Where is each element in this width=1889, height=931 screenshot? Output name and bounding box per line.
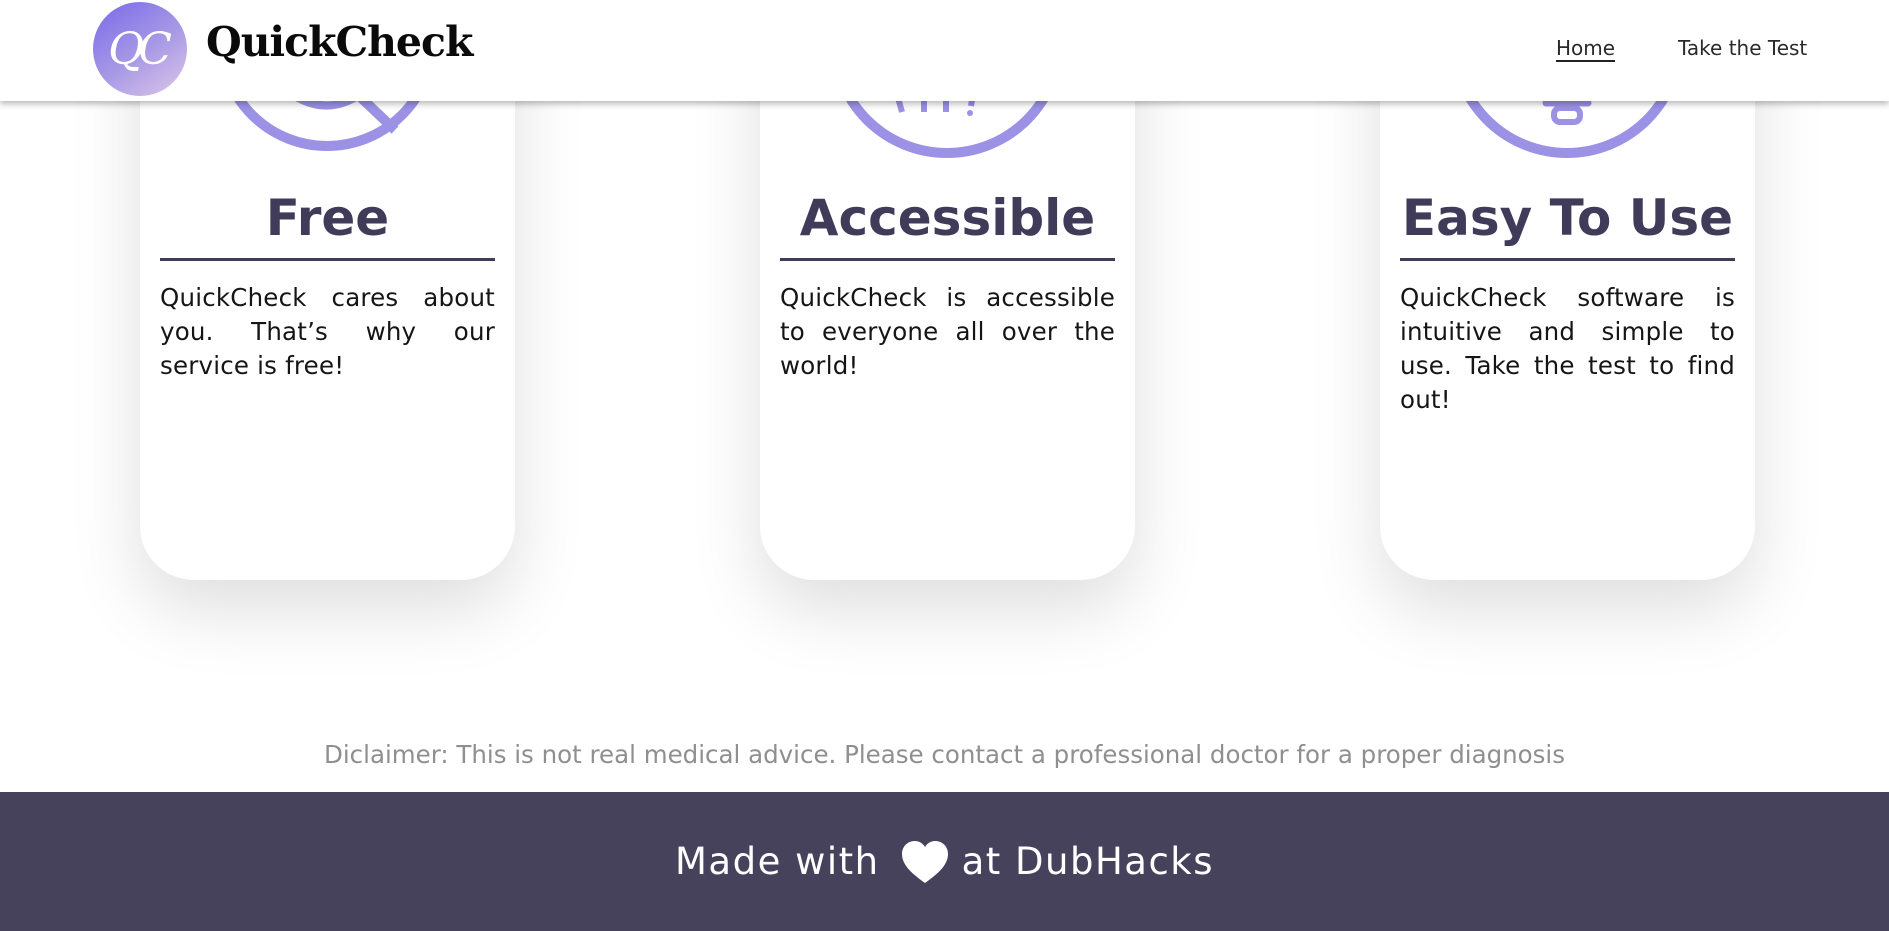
nav-home-link[interactable]: Home xyxy=(1556,36,1616,62)
nav-take-test-link[interactable]: Take the Test xyxy=(1678,36,1807,60)
feature-description: QuickCheck is accessible to everyone all… xyxy=(780,283,1115,380)
title-divider xyxy=(1400,258,1735,261)
site-footer: Made with at DubHacks xyxy=(0,792,1889,931)
footer-text-before: Made with xyxy=(674,840,880,883)
brand-name[interactable]: QuickCheck xyxy=(206,18,473,66)
logo[interactable]: QC xyxy=(93,2,187,96)
feature-title: Free xyxy=(265,189,390,247)
heart-icon xyxy=(900,839,950,885)
medical-disclaimer: Diclaimer: This is not real medical advi… xyxy=(324,740,1565,769)
feature-description: QuickCheck software is intuitive and sim… xyxy=(1400,283,1735,414)
footer-text-after: at DubHacks xyxy=(961,840,1215,883)
feature-title: Easy To Use xyxy=(1401,189,1734,247)
logo-text: QC xyxy=(108,23,172,75)
title-divider xyxy=(780,258,1115,261)
feature-description: QuickCheck cares about you. That’s why o… xyxy=(160,283,495,380)
site-header: QC QuickCheck Home Take the Test xyxy=(0,0,1889,101)
title-divider xyxy=(160,258,495,261)
feature-title: Accessible xyxy=(799,189,1096,247)
page: Free QuickCheck cares about you. That’s … xyxy=(0,0,1889,931)
